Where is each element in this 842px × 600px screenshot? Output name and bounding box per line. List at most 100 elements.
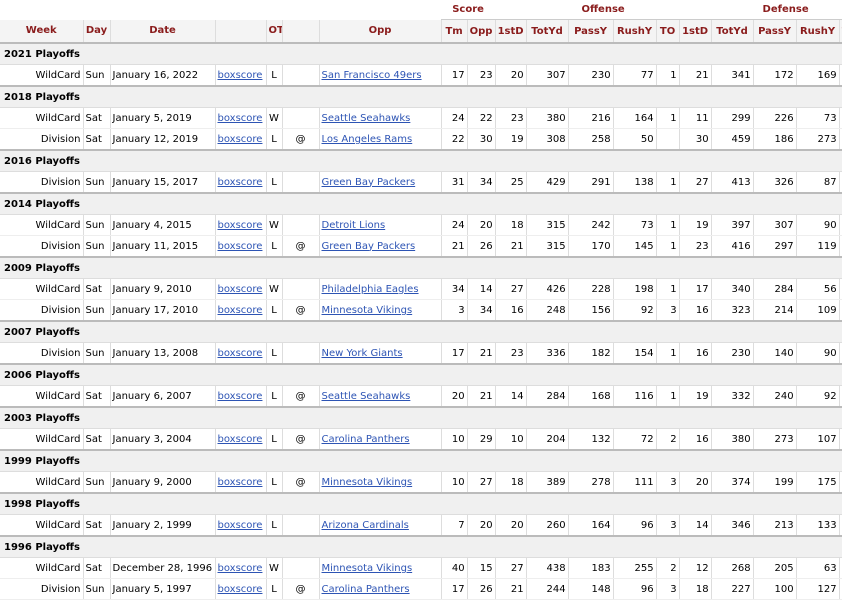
col-header-opp-pts[interactable]: Opp <box>467 19 496 44</box>
col-header-off-totyd[interactable]: TotYd <box>526 19 569 44</box>
table-row: Division Sun January 15, 2017 boxscore L Gree… <box>0 171 842 194</box>
off-rushy-cell: 111 <box>613 471 657 494</box>
date-cell: January 5, 1997 <box>110 578 216 600</box>
off-totyd-cell: 315 <box>526 214 569 236</box>
def-rushy-cell: 73 <box>796 107 840 129</box>
result-cell: L <box>266 385 283 408</box>
boxscore-link[interactable]: boxscore <box>218 113 263 124</box>
opp-score-cell: 34 <box>467 299 496 322</box>
season-header-row: 2021 Playoffs <box>0 42 842 65</box>
boxscore-link[interactable]: boxscore <box>218 520 263 531</box>
opponent-link[interactable]: Seattle Seahawks <box>322 391 411 402</box>
week-cell: WildCard <box>0 64 84 87</box>
col-header-tm[interactable]: Tm <box>441 19 468 44</box>
opponent-link[interactable]: New York Giants <box>322 348 403 359</box>
col-header-opp[interactable]: Opp <box>319 19 442 44</box>
off-to-cell: 2 <box>656 428 680 451</box>
def-rushy-cell: 273 <box>796 128 840 151</box>
boxscore-link[interactable]: boxscore <box>218 477 263 488</box>
boxscore-link[interactable]: boxscore <box>218 134 263 145</box>
col-header-off-to[interactable]: TO <box>656 19 680 44</box>
boxscore-link[interactable]: boxscore <box>218 220 263 231</box>
def-totyd-cell: 380 <box>711 428 754 451</box>
opponent-link[interactable]: San Francisco 49ers <box>322 70 422 81</box>
def-totyd-cell: 332 <box>711 385 754 408</box>
def-totyd-cell: 413 <box>711 171 754 194</box>
opponent-link[interactable]: Arizona Cardinals <box>322 520 409 531</box>
col-header-off-rushy[interactable]: RushY <box>613 19 657 44</box>
opponent-link[interactable]: Philadelphia Eagles <box>322 284 419 295</box>
col-header-boxscore[interactable] <box>215 19 267 44</box>
boxscore-link-cell: boxscore <box>215 214 267 236</box>
col-header-at[interactable] <box>282 19 320 44</box>
off-passy-cell: 278 <box>568 471 614 494</box>
def-1std-cell: 14 <box>679 514 712 537</box>
opponent-link[interactable]: Minnesota Vikings <box>322 477 413 488</box>
team-score-cell: 10 <box>441 471 468 494</box>
off-to-cell: 3 <box>656 514 680 537</box>
off-totyd-cell: 336 <box>526 342 569 365</box>
location-cell <box>282 278 320 300</box>
def-totyd-cell: 230 <box>711 342 754 365</box>
off-totyd-cell: 380 <box>526 107 569 129</box>
boxscore-link[interactable]: boxscore <box>218 305 263 316</box>
off-totyd-cell: 204 <box>526 428 569 451</box>
column-header-row: WeekDayDateOTOppTmOpp1stDTotYdPassYRushY… <box>0 19 842 44</box>
opponent-link[interactable]: Green Bay Packers <box>322 241 416 252</box>
off-rushy-cell: 164 <box>613 107 657 129</box>
off-1std-cell: 16 <box>495 299 527 322</box>
location-cell: @ <box>282 128 320 151</box>
season-label: 2018 Playoffs <box>0 85 842 108</box>
off-passy-cell: 291 <box>568 171 614 194</box>
off-passy-cell: 258 <box>568 128 614 151</box>
def-passy-cell: 140 <box>753 342 797 365</box>
opponent-link[interactable]: Carolina Panthers <box>322 434 410 445</box>
def-1std-cell: 18 <box>679 578 712 600</box>
col-header-week[interactable]: Week <box>0 19 84 44</box>
opponent-link[interactable]: Los Angeles Rams <box>322 134 413 145</box>
opp-score-cell: 29 <box>467 428 496 451</box>
boxscore-link[interactable]: boxscore <box>218 563 263 574</box>
col-header-off-passy[interactable]: PassY <box>568 19 614 44</box>
week-cell: WildCard <box>0 557 84 579</box>
off-to-cell: 3 <box>656 578 680 600</box>
col-header-def-rushy[interactable]: RushY <box>796 19 840 44</box>
boxscore-link[interactable]: boxscore <box>218 241 263 252</box>
opponent-link[interactable]: Detroit Lions <box>322 220 386 231</box>
opp-score-cell: 34 <box>467 171 496 194</box>
season-label: 1999 Playoffs <box>0 449 842 472</box>
day-cell: Sat <box>83 385 111 408</box>
boxscore-link[interactable]: boxscore <box>218 70 263 81</box>
opponent-link-cell: Seattle Seahawks <box>319 385 442 408</box>
day-cell: Sat <box>83 107 111 129</box>
boxscore-link-cell: boxscore <box>215 171 267 194</box>
team-score-cell: 24 <box>441 214 468 236</box>
boxscore-link[interactable]: boxscore <box>218 284 263 295</box>
opponent-link-cell: Minnesota Vikings <box>319 299 442 322</box>
col-header-date[interactable]: Date <box>110 19 216 44</box>
def-1std-cell: 16 <box>679 342 712 365</box>
team-score-cell: 20 <box>441 385 468 408</box>
table-row: Division Sat January 12, 2019 boxscore L @ Los… <box>0 128 842 151</box>
def-1std-cell: 16 <box>679 299 712 322</box>
opponent-link-cell: San Francisco 49ers <box>319 64 442 87</box>
col-header-day[interactable]: Day <box>83 19 111 44</box>
opponent-link[interactable]: Minnesota Vikings <box>322 305 413 316</box>
col-header-def-totyd[interactable]: TotYd <box>711 19 754 44</box>
def-rushy-cell: 109 <box>796 299 840 322</box>
col-header-def-1std[interactable]: 1stD <box>679 19 712 44</box>
week-cell: WildCard <box>0 471 84 494</box>
opponent-link[interactable]: Seattle Seahawks <box>322 113 411 124</box>
boxscore-link[interactable]: boxscore <box>218 348 263 359</box>
boxscore-link[interactable]: boxscore <box>218 391 263 402</box>
opponent-link[interactable]: Green Bay Packers <box>322 177 416 188</box>
col-header-def-passy[interactable]: PassY <box>753 19 797 44</box>
boxscore-link[interactable]: boxscore <box>218 434 263 445</box>
opponent-link[interactable]: Minnesota Vikings <box>322 563 413 574</box>
col-header-ot[interactable]: OT <box>266 19 283 44</box>
col-header-off-1std[interactable]: 1stD <box>495 19 527 44</box>
boxscore-link[interactable]: boxscore <box>218 177 263 188</box>
def-totyd-cell: 459 <box>711 128 754 151</box>
off-totyd-cell: 426 <box>526 278 569 300</box>
def-passy-cell: 326 <box>753 171 797 194</box>
